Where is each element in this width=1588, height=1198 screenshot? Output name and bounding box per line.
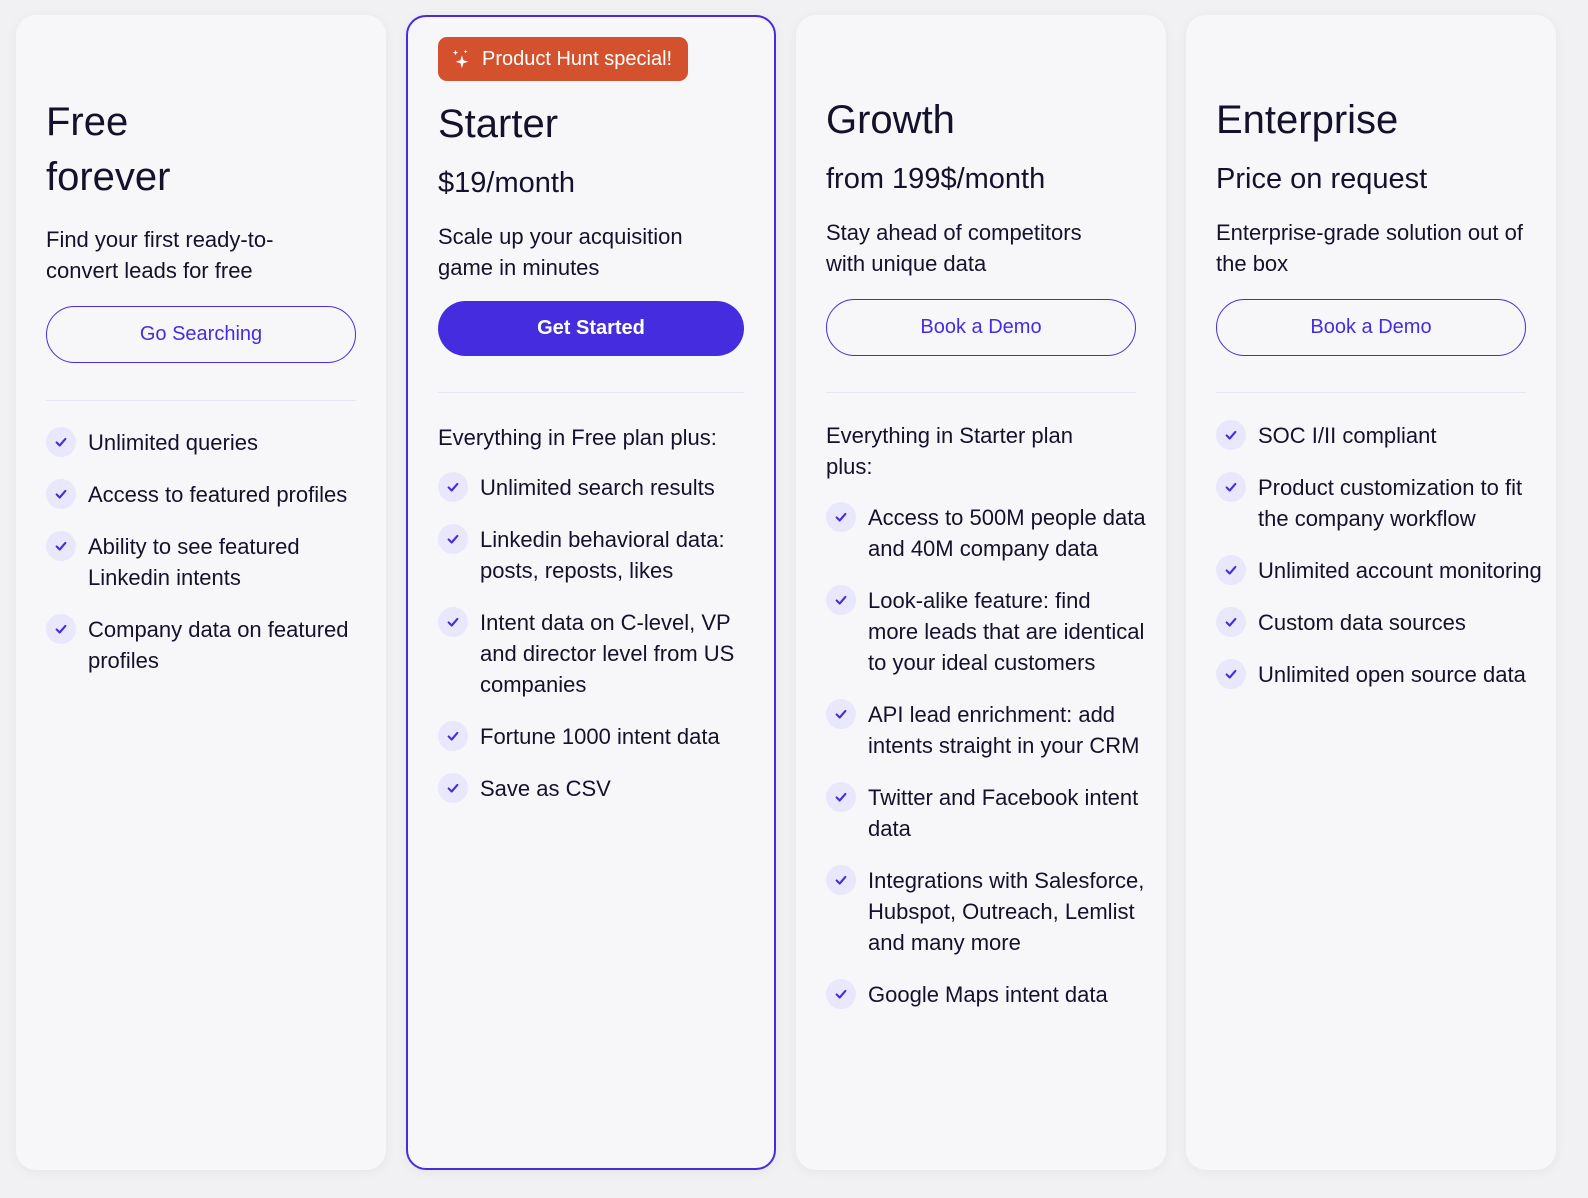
feature-text: Fortune 1000 intent data — [480, 724, 720, 749]
plan-card-starter: Product Hunt special! Starter $19/month … — [406, 15, 776, 1170]
feature-item: Fortune 1000 intent data — [438, 721, 758, 752]
feature-text: Twitter and Facebook intent data — [868, 785, 1139, 841]
feature-item: Unlimited account monitoring — [1216, 555, 1546, 586]
check-icon — [438, 472, 468, 502]
plan-title: Starter — [438, 102, 559, 146]
book-demo-button[interactable]: Book a Demo — [826, 299, 1136, 356]
plan-price: Price on request — [1216, 163, 1428, 195]
check-icon — [1216, 420, 1246, 450]
plan-title: Growth — [826, 98, 955, 142]
feature-text: Save as CSV — [480, 776, 611, 801]
check-icon — [826, 865, 856, 895]
feature-text: Access to featured profiles — [88, 482, 348, 507]
feature-item: Access to featured profiles — [46, 479, 366, 510]
feature-text: Integrations with Salesforce, Hubspot, O… — [868, 868, 1145, 955]
feature-item: Unlimited search results — [438, 472, 758, 503]
plan-title-line2: forever — [46, 155, 171, 199]
check-icon — [438, 524, 468, 554]
feature-item: Product customization to fit the company… — [1216, 472, 1546, 534]
go-searching-button[interactable]: Go Searching — [46, 306, 356, 363]
book-demo-button[interactable]: Book a Demo — [1216, 299, 1526, 356]
check-icon — [826, 979, 856, 1009]
plan-title-line1: Free — [46, 100, 129, 144]
feature-item: Google Maps intent data — [826, 979, 1146, 1010]
get-started-button[interactable]: Get Started — [438, 301, 744, 356]
pricing-cards: Free forever Find your first ready-to-co… — [0, 0, 1588, 1198]
feature-item: Look-alike feature: find more leads that… — [826, 585, 1146, 678]
feature-item: Save as CSV — [438, 773, 758, 804]
feature-item: Company data on featured profiles — [46, 614, 366, 676]
feature-item: Twitter and Facebook intent data — [826, 782, 1146, 844]
check-icon — [438, 607, 468, 637]
check-icon — [826, 782, 856, 812]
feature-item: API lead enrichment: add intents straigh… — [826, 699, 1146, 761]
divider — [438, 392, 744, 393]
feature-text: Custom data sources — [1258, 610, 1466, 635]
feature-item: Integrations with Salesforce, Hubspot, O… — [826, 865, 1146, 958]
feature-list: SOC I/II compliant Product customization … — [1216, 420, 1546, 711]
feature-text: Ability to see featured Linkedin intents — [88, 534, 300, 590]
divider — [826, 392, 1136, 393]
feature-text: Linkedin behavioral data: posts, reposts… — [480, 527, 725, 583]
feature-item: Linkedin behavioral data: posts, reposts… — [438, 524, 758, 586]
plan-intro: Everything in Free plan plus: — [438, 425, 717, 450]
feature-text: Access to 500M people data and 40M compa… — [868, 505, 1146, 561]
feature-item: Unlimited queries — [46, 427, 366, 458]
divider — [46, 400, 356, 401]
feature-list: Unlimited queries Access to featured prof… — [46, 427, 366, 697]
check-icon — [1216, 555, 1246, 585]
plan-description: Stay ahead of competitors with unique da… — [826, 220, 1082, 276]
check-icon — [826, 585, 856, 615]
feature-item: Ability to see featured Linkedin intents — [46, 531, 366, 593]
feature-text: SOC I/II compliant — [1258, 423, 1437, 448]
plan-card-free: Free forever Find your first ready-to-co… — [16, 15, 386, 1170]
check-icon — [438, 721, 468, 751]
check-icon — [1216, 659, 1246, 689]
feature-text: Unlimited queries — [88, 430, 258, 455]
sparkles-icon — [452, 49, 469, 69]
plan-description: Enterprise-grade solution out of the box — [1216, 220, 1523, 276]
plan-title: Enterprise — [1216, 98, 1399, 142]
feature-text: Unlimited open source data — [1258, 662, 1526, 687]
check-icon — [1216, 472, 1246, 502]
plan-title: Free forever — [46, 95, 171, 205]
plan-intro: Everything in Starter plan plus: — [826, 423, 1074, 479]
check-icon — [1216, 607, 1246, 637]
check-icon — [826, 502, 856, 532]
feature-list: Access to 500M people data and 40M compa… — [826, 502, 1146, 1031]
plan-price: from 199$/month — [826, 163, 1046, 195]
plan-description: Find your first ready-to-convert leads f… — [46, 227, 274, 283]
feature-text: Company data on featured profiles — [88, 617, 349, 673]
feature-text: API lead enrichment: add intents straigh… — [868, 702, 1140, 758]
check-icon — [46, 479, 76, 509]
badge-label: Product Hunt special! — [482, 47, 673, 70]
feature-item: Access to 500M people data and 40M compa… — [826, 502, 1146, 564]
feature-item: SOC I/II compliant — [1216, 420, 1546, 451]
check-icon — [46, 427, 76, 457]
feature-list: Unlimited search results Linkedin behavio… — [438, 472, 758, 825]
feature-item: Unlimited open source data — [1216, 659, 1546, 690]
feature-text: Product customization to fit the company… — [1258, 475, 1523, 531]
feature-item: Intent data on C-level, VP and director … — [438, 607, 758, 700]
plan-description: Scale up your acquisition game in minute… — [438, 224, 683, 280]
feature-text: Unlimited search results — [480, 475, 715, 500]
plan-price: $19/month — [438, 167, 576, 199]
feature-item: Custom data sources — [1216, 607, 1546, 638]
plan-card-growth: Growth from 199$/month Stay ahead of com… — [796, 15, 1166, 1170]
feature-text: Google Maps intent data — [868, 982, 1108, 1007]
plan-card-enterprise: Enterprise Price on request Enterprise-g… — [1186, 15, 1556, 1170]
check-icon — [826, 699, 856, 729]
check-icon — [438, 773, 468, 803]
check-icon — [46, 531, 76, 561]
divider — [1216, 392, 1526, 393]
feature-text: Look-alike feature: find more leads that… — [868, 588, 1145, 675]
product-hunt-badge: Product Hunt special! — [438, 37, 689, 81]
feature-text: Unlimited account monitoring — [1258, 558, 1542, 583]
check-icon — [46, 614, 76, 644]
feature-text: Intent data on C-level, VP and director … — [480, 610, 735, 697]
